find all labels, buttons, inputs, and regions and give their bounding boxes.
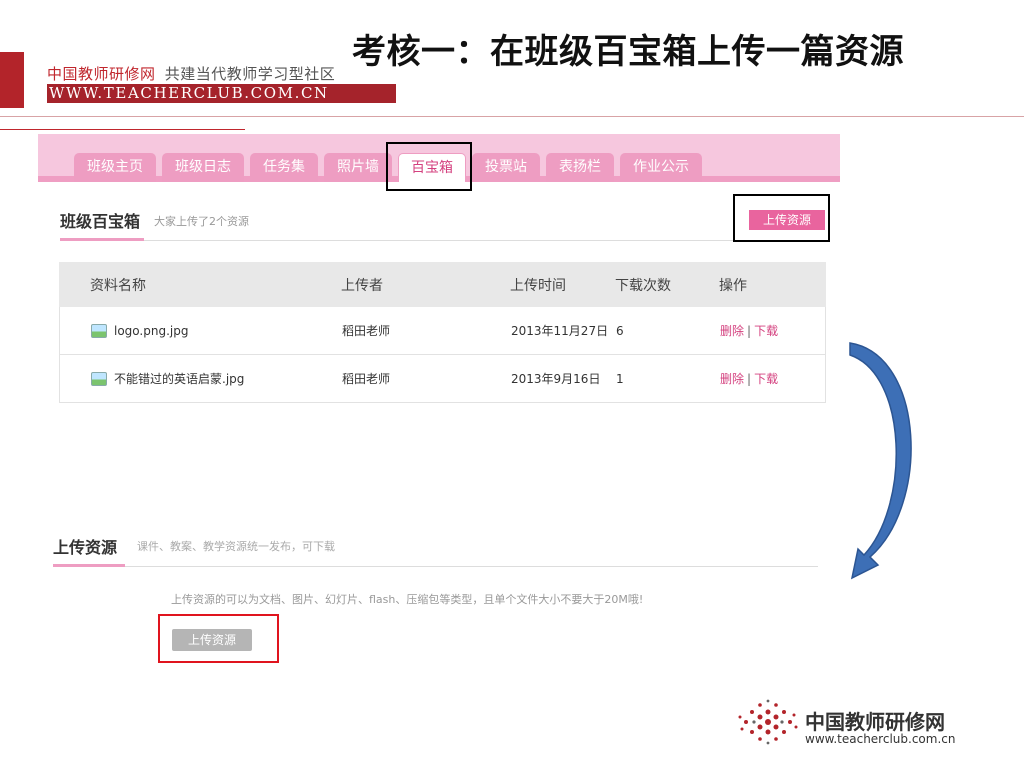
- image-file-icon: [91, 323, 107, 338]
- col-header-downloads: 下载次数: [615, 277, 671, 294]
- footer-logo-url: www.teacherclub.com.cn: [805, 732, 956, 746]
- tab-praise[interactable]: 表扬栏: [546, 153, 614, 182]
- col-header-name: 资料名称: [90, 277, 146, 294]
- brand-header: 中国教师研修网 共建当代教师学习型社区: [47, 63, 335, 84]
- brand-url-banner: WWW.TEACHERCLUB.COM.CN: [47, 84, 396, 103]
- download-link[interactable]: 下载: [754, 322, 778, 339]
- section-accent: [60, 238, 144, 241]
- tab-vote[interactable]: 投票站: [472, 153, 540, 182]
- tab-class-log[interactable]: 班级日志: [162, 153, 244, 182]
- col-header-time: 上传时间: [510, 277, 566, 294]
- delete-link[interactable]: 删除: [720, 370, 744, 387]
- highlight-box-upload-file: [158, 614, 279, 663]
- highlight-box-tab: [386, 142, 472, 191]
- header-divider: [0, 116, 1024, 117]
- table-row: logo.png.jpg 稻田老师 2013年11月27日 6 删除 | 下载: [59, 307, 826, 355]
- upload-section-subtitle: 课件、教案、教学资源统一发布，可下载: [137, 540, 335, 553]
- brand-slogan: 共建当代教师学习型社区: [164, 65, 336, 83]
- tab-homework[interactable]: 作业公示: [620, 153, 702, 182]
- actions-cell: 删除 | 下载: [720, 370, 779, 387]
- upload-section-accent: [53, 564, 125, 567]
- download-link[interactable]: 下载: [754, 370, 778, 387]
- resource-table: 资料名称 上传者 上传时间 下载次数 操作 logo.png.jpg 稻田老师 …: [59, 262, 826, 403]
- upload-section-title: 上传资源: [53, 538, 118, 557]
- upload-note: 上传资源的可以为文档、图片、幻灯片、flash、压缩包等类型，且单个文件大小不要…: [171, 593, 644, 606]
- table-header-row: 资料名称 上传者 上传时间 下载次数 操作: [59, 262, 826, 307]
- download-count-cell: 1: [616, 371, 624, 386]
- tab-task-set[interactable]: 任务集: [250, 153, 318, 182]
- uploader-cell: 稻田老师: [342, 324, 391, 338]
- slide-title: 考核一：在班级百宝箱上传一篇资源: [352, 32, 904, 72]
- upload-time-cell: 2013年11月27日: [511, 324, 609, 338]
- teacherclub-logo-icon: [738, 699, 798, 745]
- section-divider: [60, 240, 826, 241]
- tab-photo-wall[interactable]: 照片墙: [324, 153, 392, 182]
- brand-red-block: [0, 52, 24, 108]
- uploader-cell: 稻田老师: [342, 372, 391, 386]
- footer-logo-name: 中国教师研修网: [805, 710, 945, 734]
- brand-name: 中国教师研修网: [47, 65, 156, 83]
- upload-time-cell: 2013年9月16日: [511, 372, 601, 386]
- col-header-uploader: 上传者: [341, 277, 383, 294]
- table-row: 不能错过的英语启蒙.jpg 稻田老师 2013年9月16日 1 删除 | 下载: [59, 355, 826, 403]
- file-name[interactable]: 不能错过的英语启蒙.jpg: [114, 370, 244, 387]
- download-count-cell: 6: [616, 323, 624, 338]
- file-name-cell: 不能错过的英语启蒙.jpg: [91, 355, 244, 402]
- delete-link[interactable]: 删除: [720, 322, 744, 339]
- image-file-icon: [91, 371, 107, 386]
- file-name[interactable]: logo.png.jpg: [114, 324, 188, 338]
- tab-class-home[interactable]: 班级主页: [74, 153, 156, 182]
- actions-cell: 删除 | 下载: [720, 322, 779, 339]
- file-name-cell: logo.png.jpg: [91, 307, 188, 354]
- upload-section-divider: [53, 566, 818, 567]
- treasure-section-title: 班级百宝箱: [60, 212, 141, 231]
- highlight-box-upload: [733, 194, 830, 242]
- header-accent-line: [0, 129, 245, 130]
- curved-arrow-icon: [849, 342, 912, 580]
- treasure-section-subtitle: 大家上传了2个资源: [154, 215, 249, 228]
- col-header-actions: 操作: [719, 277, 747, 294]
